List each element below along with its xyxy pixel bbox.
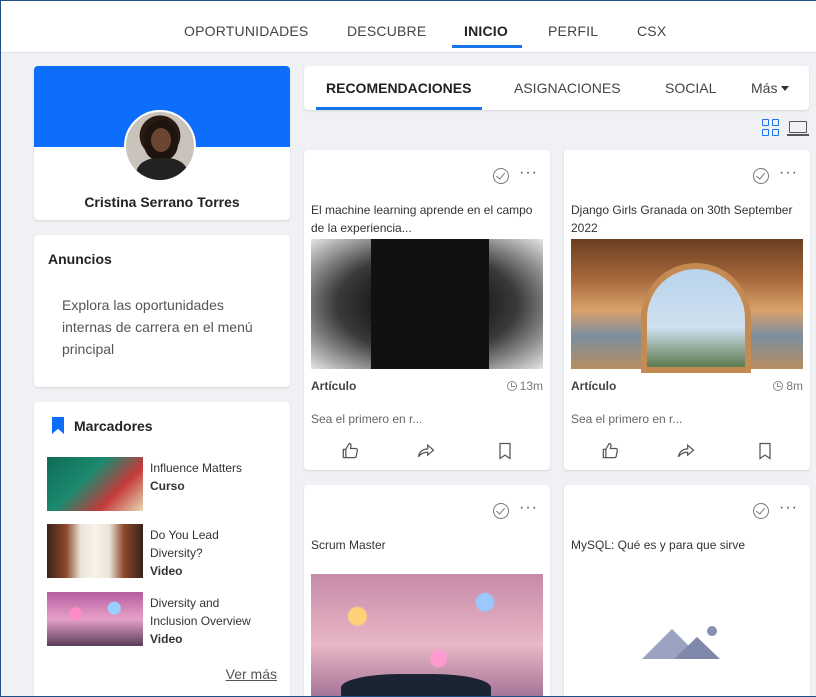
clock-icon <box>506 381 517 391</box>
image-placeholder-icon <box>642 626 720 659</box>
feed-card-image[interactable] <box>311 239 543 369</box>
bookmarks-title: Marcadores <box>74 417 153 434</box>
more-dots-icon[interactable]: ··· <box>779 165 798 181</box>
nav-descubre[interactable]: DESCUBRE <box>347 23 426 39</box>
feed-card-title[interactable]: El machine learning aprende en el campo … <box>311 201 543 237</box>
bookmark-item[interactable]: Do You Lead Diversity? Video <box>47 524 287 580</box>
feed-card-comment[interactable]: Sea el primero en r... <box>571 412 682 426</box>
announcements-card: Anuncios Explora las oportunidades inter… <box>34 235 290 387</box>
bookmark-icon[interactable] <box>495 441 515 461</box>
bookmark-thumbnail <box>47 592 143 646</box>
tab-mas[interactable]: Más <box>751 80 790 96</box>
see-more-link[interactable]: Ver más <box>226 666 277 682</box>
share-icon[interactable] <box>416 441 436 461</box>
nav-oportunidades[interactable]: OPORTUNIDADES <box>184 23 308 39</box>
tab-active-indicator <box>316 107 482 110</box>
grid-view-icon[interactable] <box>762 119 780 137</box>
check-circle-icon[interactable] <box>753 503 770 519</box>
avatar[interactable] <box>124 110 196 182</box>
tab-recomendaciones[interactable]: RECOMENDACIONES <box>326 80 471 96</box>
clock-icon <box>773 381 784 391</box>
profile-card: Cristina Serrano Torres <box>34 66 290 220</box>
bookmarks-card: Marcadores Influence Matters Curso Do Yo… <box>34 402 290 696</box>
feed-card-title[interactable]: Django Girls Granada on 30th September 2… <box>571 201 803 237</box>
like-icon[interactable] <box>600 441 620 461</box>
feed-card-title[interactable]: MySQL: Qué es y para que sirve <box>571 536 803 554</box>
nav-active-indicator <box>452 45 522 48</box>
feed-card-time: 8m <box>786 379 803 393</box>
nav-perfil[interactable]: PERFIL <box>548 23 598 39</box>
bookmark-item[interactable]: Diversity and Inclusion Overview Video <box>47 592 287 648</box>
announcements-text: Explora las oportunidades internas de ca… <box>62 297 253 357</box>
feed-card-time: 13m <box>519 379 543 393</box>
more-dots-icon[interactable]: ··· <box>779 500 798 516</box>
top-navigation: OPORTUNIDADES DESCUBRE INICIO PERFIL CSX <box>1 1 816 53</box>
bookmark-title: Influence Matters <box>150 461 243 475</box>
feed-card[interactable]: ··· MySQL: Qué es y para que sirve <box>564 485 810 696</box>
check-circle-icon[interactable] <box>493 168 510 184</box>
feed-card-image[interactable] <box>311 574 543 696</box>
profile-name[interactable]: Cristina Serrano Torres <box>34 194 290 210</box>
bookmark-title: Do You Lead Diversity? <box>150 528 219 560</box>
bookmark-icon <box>52 417 64 434</box>
bookmark-type: Video <box>150 564 183 578</box>
view-toggle <box>762 119 810 139</box>
feed-card[interactable]: ··· Scrum Master <box>304 485 550 696</box>
feed-card-kind: Artículo <box>311 379 357 393</box>
feed-card-kind: Artículo <box>571 379 617 393</box>
feed-card[interactable]: ··· Django Girls Granada on 30th Septemb… <box>564 150 810 470</box>
feed-card-title[interactable]: Scrum Master <box>311 536 543 554</box>
like-icon[interactable] <box>340 441 360 461</box>
check-circle-icon[interactable] <box>493 503 510 519</box>
app-frame: OPORTUNIDADES DESCUBRE INICIO PERFIL CSX… <box>0 0 816 697</box>
bookmark-thumbnail <box>47 457 143 511</box>
feed-card-image[interactable] <box>571 239 803 373</box>
nav-csx[interactable]: CSX <box>637 23 666 39</box>
more-dots-icon[interactable]: ··· <box>519 500 538 516</box>
feed-card-comment[interactable]: Sea el primero en r... <box>311 412 422 426</box>
tab-social[interactable]: SOCIAL <box>665 80 716 96</box>
nav-inicio[interactable]: INICIO <box>464 23 508 39</box>
bookmark-type: Video <box>150 632 183 646</box>
content-tabs: RECOMENDACIONES ASIGNACIONES SOCIAL Más <box>304 66 809 110</box>
bookmark-thumbnail <box>47 524 143 578</box>
share-icon[interactable] <box>676 441 696 461</box>
check-circle-icon[interactable] <box>753 168 770 184</box>
bookmark-item[interactable]: Influence Matters Curso <box>47 457 287 513</box>
more-dots-icon[interactable]: ··· <box>519 165 538 181</box>
feed-card[interactable]: ··· El machine learning aprende en el ca… <box>304 150 550 470</box>
bookmark-title: Diversity and Inclusion Overview <box>150 596 251 628</box>
tab-asignaciones[interactable]: ASIGNACIONES <box>514 80 621 96</box>
bookmarks-header: Marcadores <box>52 417 153 434</box>
list-view-icon[interactable] <box>787 121 809 137</box>
bookmark-icon[interactable] <box>755 441 775 461</box>
caret-down-icon <box>781 86 790 91</box>
announcements-title: Anuncios <box>48 251 112 267</box>
bookmark-type: Curso <box>150 479 185 493</box>
tab-mas-label: Más <box>751 80 778 96</box>
